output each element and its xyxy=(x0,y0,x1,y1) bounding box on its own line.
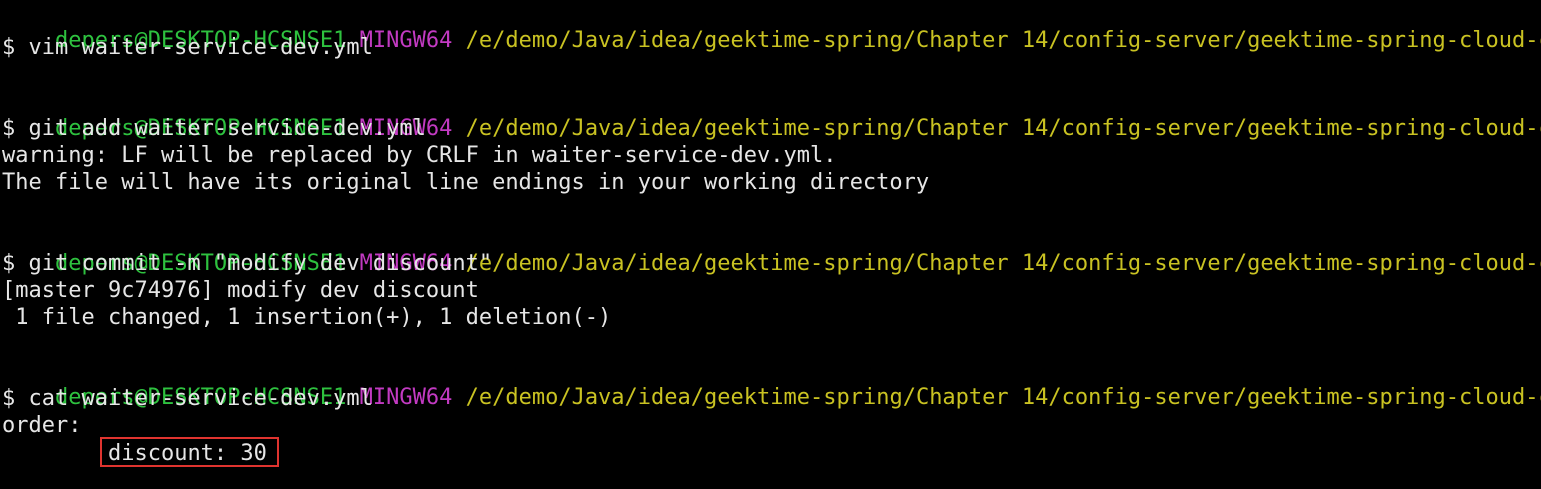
output-line: [master 9c74976] modify dev discount xyxy=(2,278,479,303)
prompt-line: depers@DESKTOP-HCSNSE1 MINGW64 /e/demo/J… xyxy=(2,0,1541,53)
prompt-system: MINGW64 xyxy=(359,385,453,410)
command-line: $ vim waiter-service-dev.yml xyxy=(2,35,373,60)
prompt-line: depers@DESKTOP-HCSNSE1 MINGW64 /e/demo/J… xyxy=(2,357,1541,410)
command-line: $ git commit -m "modify dev discount" xyxy=(2,251,493,276)
command-line: $ git add waiter-service-dev.yml xyxy=(2,116,426,141)
prompt-path: /e/demo/Java/idea/geektime-spring/Chapte… xyxy=(465,385,1541,410)
highlighted-discount-value: discount: 30 xyxy=(99,437,279,467)
prompt-path: /e/demo/Java/idea/geektime-spring/Chapte… xyxy=(465,251,1541,276)
output-line: The file will have its original line end… xyxy=(2,170,930,195)
prompt-path: /e/demo/Java/idea/geektime-spring/Chapte… xyxy=(465,28,1541,53)
terminal-window[interactable]: depers@DESKTOP-HCSNSE1 MINGW64 /e/demo/J… xyxy=(0,0,1541,489)
command-line: $ cat waiter-service-dev.yml xyxy=(2,386,373,411)
prompt-path: /e/demo/Java/idea/geektime-spring/Chapte… xyxy=(465,116,1541,141)
prompt-line: depers@DESKTOP-HCSNSE1 MINGW64 /e/demo/J… xyxy=(2,223,1541,276)
output-line: 1 file changed, 1 insertion(+), 1 deleti… xyxy=(2,305,612,330)
prompt-system: MINGW64 xyxy=(359,28,453,53)
output-line: discount: 30 xyxy=(2,437,279,467)
output-line: order: xyxy=(2,413,82,438)
output-line: warning: LF will be replaced by CRLF in … xyxy=(2,143,837,168)
prompt-line: depers@DESKTOP-HCSNSE1 MINGW64 /e/demo/J… xyxy=(2,88,1541,141)
